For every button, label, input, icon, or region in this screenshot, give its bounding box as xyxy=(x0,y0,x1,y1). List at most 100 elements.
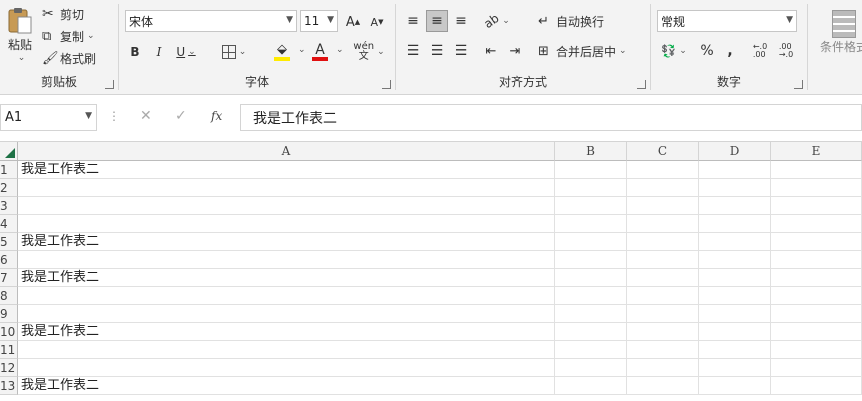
insert-function-icon[interactable]: fx xyxy=(211,109,222,123)
row-header-9[interactable]: 9 xyxy=(0,305,18,323)
cell-C3[interactable] xyxy=(627,197,699,215)
underline-button[interactable]: U ⌄ xyxy=(173,42,199,62)
cell-A13[interactable]: 我是工作表二 xyxy=(18,377,555,395)
cell-D7[interactable] xyxy=(699,269,771,287)
cell-E11[interactable] xyxy=(771,341,862,359)
cell-E3[interactable] xyxy=(771,197,862,215)
cell-A3[interactable] xyxy=(18,197,555,215)
cell-E7[interactable] xyxy=(771,269,862,287)
chevron-down-icon[interactable]: ▼ xyxy=(85,111,92,121)
cell-E6[interactable] xyxy=(771,251,862,269)
cell-D3[interactable] xyxy=(699,197,771,215)
align-center-button[interactable]: ☰ xyxy=(426,40,448,62)
row-header-4[interactable]: 4 xyxy=(0,215,18,233)
formula-input[interactable]: 我是工作表二 xyxy=(240,104,862,131)
row-header-7[interactable]: 7 xyxy=(0,269,18,287)
cell-E2[interactable] xyxy=(771,179,862,197)
row-header-3[interactable]: 3 xyxy=(0,197,18,215)
alignment-launcher-icon[interactable] xyxy=(637,80,646,89)
cell-A12[interactable] xyxy=(18,359,555,377)
chevron-down-icon[interactable]: ⌄ xyxy=(336,45,344,55)
select-all-button[interactable] xyxy=(0,142,18,161)
cut-button[interactable]: ✂ 剪切 xyxy=(42,4,84,24)
cell-D2[interactable] xyxy=(699,179,771,197)
chevron-down-icon[interactable]: ⌄ xyxy=(298,45,306,55)
align-left-button[interactable]: ☰ xyxy=(402,40,424,62)
paste-button[interactable]: 粘贴 ⌄ xyxy=(2,4,38,64)
cell-E1[interactable] xyxy=(771,161,862,179)
chevron-down-icon[interactable]: ⌄ xyxy=(87,31,95,41)
number-launcher-icon[interactable] xyxy=(794,80,803,89)
align-middle-button[interactable]: ≡ xyxy=(426,10,448,32)
comma-style-button[interactable]: , xyxy=(721,40,739,62)
row-header-8[interactable]: 8 xyxy=(0,287,18,305)
cell-D8[interactable] xyxy=(699,287,771,305)
decrease-indent-button[interactable]: ⇤ xyxy=(480,40,502,62)
cell-C13[interactable] xyxy=(627,377,699,395)
cell-A11[interactable] xyxy=(18,341,555,359)
cell-C1[interactable] xyxy=(627,161,699,179)
format-painter-button[interactable]: 🖌 格式刷 xyxy=(42,48,96,68)
percent-button[interactable]: % xyxy=(697,40,717,62)
cell-D1[interactable] xyxy=(699,161,771,179)
row-header-12[interactable]: 12 xyxy=(0,359,18,377)
align-bottom-button[interactable]: ≡ xyxy=(450,10,472,32)
cell-A5[interactable]: 我是工作表二 xyxy=(18,233,555,251)
align-right-button[interactable]: ☰ xyxy=(450,40,472,62)
cell-B5[interactable] xyxy=(555,233,627,251)
font-launcher-icon[interactable] xyxy=(382,80,391,89)
column-header-E[interactable]: E xyxy=(771,142,862,161)
column-header-D[interactable]: D xyxy=(699,142,771,161)
cell-C6[interactable] xyxy=(627,251,699,269)
number-format-select[interactable]: 常规 ▼ xyxy=(657,10,797,32)
cell-C9[interactable] xyxy=(627,305,699,323)
cell-C7[interactable] xyxy=(627,269,699,287)
borders-button[interactable]: ⌄ xyxy=(219,42,249,62)
cell-B6[interactable] xyxy=(555,251,627,269)
cell-E9[interactable] xyxy=(771,305,862,323)
row-header-13[interactable]: 13 xyxy=(0,377,18,395)
cell-B3[interactable] xyxy=(555,197,627,215)
italic-button[interactable]: I xyxy=(149,42,169,62)
clipboard-launcher-icon[interactable] xyxy=(105,80,114,89)
decrease-decimal-button[interactable]: .00 →.0 xyxy=(775,40,797,62)
cell-A10[interactable]: 我是工作表二 xyxy=(18,323,555,341)
cell-D5[interactable] xyxy=(699,233,771,251)
cell-A1[interactable]: 我是工作表二 xyxy=(18,161,555,179)
increase-indent-button[interactable]: ⇥ xyxy=(504,40,526,62)
cell-E12[interactable] xyxy=(771,359,862,377)
name-box[interactable]: A1 ▼ xyxy=(0,104,97,131)
cell-C10[interactable] xyxy=(627,323,699,341)
wrap-text-button[interactable]: ↵ 自动换行 xyxy=(538,10,604,32)
cell-D9[interactable] xyxy=(699,305,771,323)
cell-E13[interactable] xyxy=(771,377,862,395)
cell-A9[interactable] xyxy=(18,305,555,323)
cell-B10[interactable] xyxy=(555,323,627,341)
increase-font-button[interactable]: A ▲ xyxy=(343,12,363,32)
font-name-select[interactable]: 宋体 ▼ xyxy=(125,10,297,32)
copy-button[interactable]: ⧉ 复制 ⌄ xyxy=(42,26,95,46)
row-header-10[interactable]: 10 xyxy=(0,323,18,341)
cell-C5[interactable] xyxy=(627,233,699,251)
column-header-A[interactable]: A xyxy=(18,142,555,161)
column-header-C[interactable]: C xyxy=(627,142,699,161)
cell-A4[interactable] xyxy=(18,215,555,233)
cell-B13[interactable] xyxy=(555,377,627,395)
cell-C8[interactable] xyxy=(627,287,699,305)
drag-handle-icon[interactable]: ⋮ xyxy=(108,109,120,123)
row-header-6[interactable]: 6 xyxy=(0,251,18,269)
chevron-down-icon[interactable]: ⌄ xyxy=(18,53,26,63)
cell-E10[interactable] xyxy=(771,323,862,341)
cell-A8[interactable] xyxy=(18,287,555,305)
cell-D12[interactable] xyxy=(699,359,771,377)
conditional-format-button[interactable]: 条件格式 xyxy=(814,4,862,60)
row-header-1[interactable]: 1 xyxy=(0,161,18,179)
row-header-11[interactable]: 11 xyxy=(0,341,18,359)
cell-D13[interactable] xyxy=(699,377,771,395)
column-header-B[interactable]: B xyxy=(555,142,627,161)
cell-B1[interactable] xyxy=(555,161,627,179)
cell-A2[interactable] xyxy=(18,179,555,197)
increase-decimal-button[interactable]: ←.0.00 xyxy=(749,40,771,62)
cell-B2[interactable] xyxy=(555,179,627,197)
accounting-format-button[interactable]: 💱 ⌄ xyxy=(657,40,691,62)
